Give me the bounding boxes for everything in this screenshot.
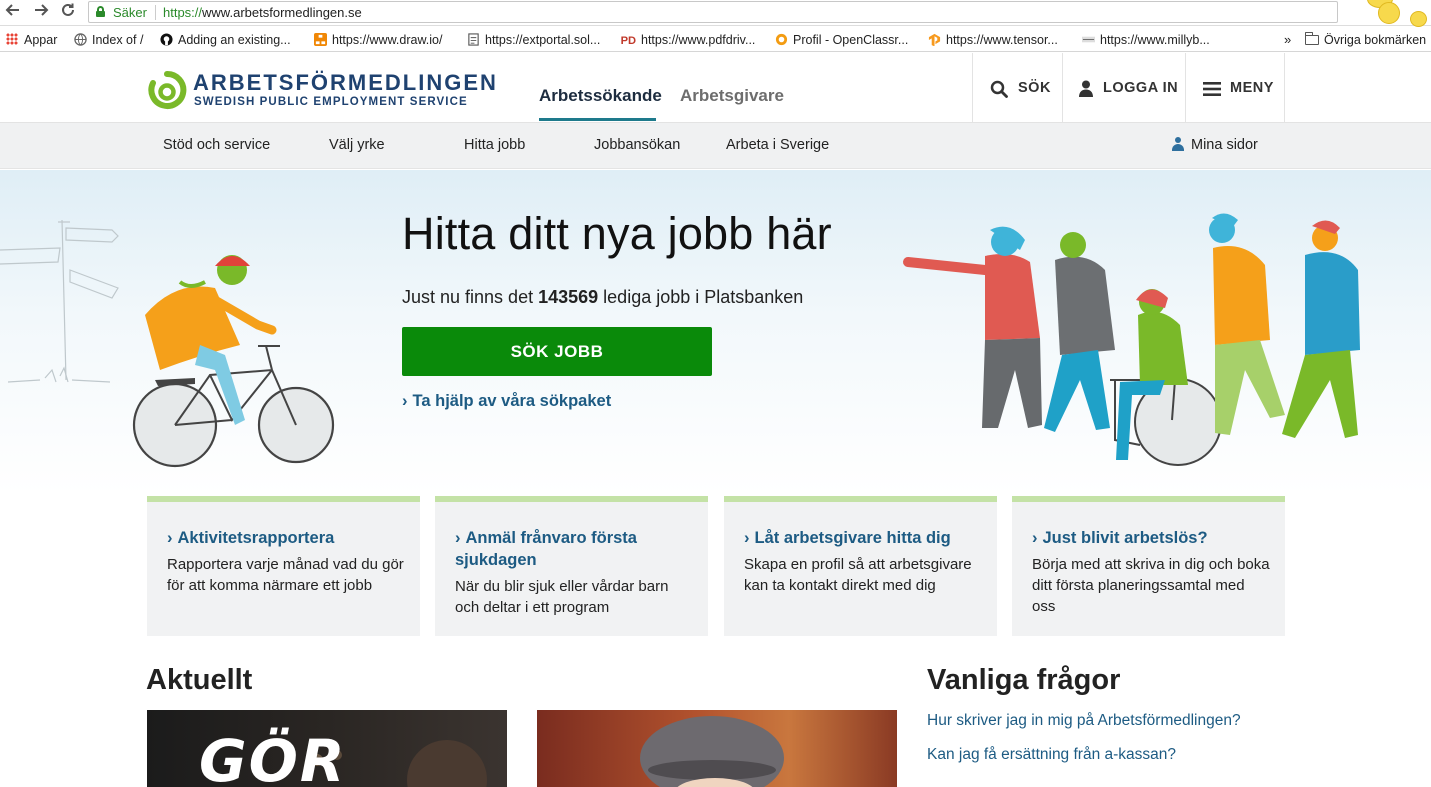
document-icon [468,33,479,46]
search-button[interactable]: SÖK [972,53,1062,123]
chevron-right-icon: › [455,529,461,547]
search-icon [990,80,1008,98]
news-image-1-text: GÖR [199,727,347,787]
bookmark-openclassrooms[interactable]: Profil - OpenClassr... [775,32,908,48]
secure-label: Säker [113,5,147,20]
svg-text:PD: PD [621,35,636,46]
bookmark-apps[interactable]: Appar [6,32,57,48]
lock-icon [96,6,105,17]
card-just-blivit-arbetslos[interactable]: › Just blivit arbetslös? Börja med att sk… [1012,496,1285,636]
bookmark-tensorflow[interactable]: https://www.tensor... [928,32,1058,48]
bookmark-github[interactable]: Adding an existing... [160,32,291,48]
bookmark-pdfdrive[interactable]: PD https://www.pdfdriv... [620,32,756,48]
forward-arrow-icon [35,4,49,16]
extension-coin-icon[interactable] [1378,2,1400,24]
drawio-icon [314,33,327,46]
sub-navigation: Stöd och service Välj yrke Hitta jobb Jo… [0,123,1431,169]
help-search-packages-link[interactable]: › Ta hjälp av våra sökpaket [402,392,611,411]
active-tab-indicator [539,118,656,121]
card-anmal-franvaro[interactable]: › Anmäl frånvaro första sjukdagen När du … [435,496,708,636]
tab-arbetsgivare[interactable]: Arbetsgivare [680,86,784,106]
chevron-right-icon: › [167,529,173,547]
news-photo-2 [640,716,784,787]
github-icon [160,33,173,46]
reload-icon [62,3,74,16]
forward-button[interactable] [30,2,52,22]
hero-title: Hitta ditt nya jobb här [402,208,832,259]
faq-link-unemployment-fund[interactable]: Kan jag få ersättning från a-kassan? [927,746,1176,764]
tab-arbetssokande[interactable]: Arbetssökande [539,86,662,106]
chevron-right-icon: › [1032,529,1038,547]
hero-section: Hitta ditt nya jobb här Just nu finns de… [0,170,1431,495]
card-text: Börja med att skriva in dig och boka dit… [1032,556,1270,615]
card-lat-arbetsgivare-hitta-dig[interactable]: › Låt arbetsgivare hitta dig Skapa en pro… [724,496,997,636]
person-icon [1171,137,1185,151]
site-header: ARBETSFÖRMEDLINGEN SWEDISH PUBLIC EMPLOY… [0,53,1431,123]
signpost-illustration [0,219,119,383]
tensorflow-icon [928,33,941,46]
bookmarks-overflow-button[interactable]: » [1284,32,1291,48]
reload-button[interactable] [57,2,79,22]
chevron-right-icon: › [744,529,750,547]
logo-mark-icon [148,70,187,109]
bookmark-other-folder[interactable]: Övriga bokmärken [1305,32,1426,48]
people-illustration [903,213,1360,466]
extension-icons[interactable] [1341,0,1431,28]
card-title: › Anmäl frånvaro första sjukdagen [455,529,637,569]
card-title: › Just blivit arbetslös? [1032,529,1208,547]
url-text: https://www.arbetsformedlingen.se [163,5,362,20]
user-icon [1079,80,1093,97]
url-field[interactable]: Säker https://www.arbetsformedlingen.se [88,1,1338,23]
subnav-item-valj-yrke[interactable]: Välj yrke [329,137,385,153]
search-jobs-button[interactable]: SÖK JOBB [402,327,712,376]
menu-label: MENY [1230,80,1274,96]
logo-name: ARBETSFÖRMEDLINGEN [193,70,498,95]
browser-address-bar: Säker https://www.arbetsformedlingen.se [0,0,1431,28]
bookmark-index[interactable]: Index of / [74,32,143,48]
chevron-right-icon: › [402,392,408,410]
back-arrow-icon [5,4,19,16]
cyclist-illustration [132,255,335,468]
news-image-2[interactable] [537,710,897,787]
card-title: › Låt arbetsgivare hitta dig [744,529,951,547]
card-text: När du blir sjuk eller vårdar barn och d… [455,578,669,616]
pdfdrive-icon: PD [621,35,636,46]
faq-link-register[interactable]: Hur skriver jag in mig på Arbetsförmedli… [927,712,1241,730]
apps-grid-icon [6,33,18,45]
menu-button[interactable]: MENY [1185,53,1285,123]
logo-subtitle: SWEDISH PUBLIC EMPLOYMENT SERVICE [194,96,468,108]
subnav-item-jobbansokan[interactable]: Jobbansökan [594,137,680,153]
openclassrooms-icon [775,33,788,46]
folder-icon [1305,32,1319,45]
subnav-item-stod-och-service[interactable]: Stöd och service [163,137,270,153]
subnav-item-arbeta-i-sverige[interactable]: Arbeta i Sverige [726,137,829,153]
globe-icon [74,33,87,46]
bookmark-extportal[interactable]: https://extportal.sol... [467,32,600,48]
subnav-item-hitta-jobb[interactable]: Hitta jobb [464,137,525,153]
bookmark-millyb[interactable]: https://www.millyb... [1082,32,1210,48]
news-image-1[interactable]: GÖR [147,710,507,787]
card-aktivitetsrapportera[interactable]: › Aktivitetsrapportera Rapportera varje m… [147,496,420,636]
millyb-icon [1082,36,1095,43]
bookmarks-bar: Appar Index of / Adding an existing... h… [0,27,1431,52]
search-label: SÖK [1018,80,1051,96]
hamburger-menu-icon [1203,82,1221,96]
card-text: Skapa en profil så att arbetsgivare kan … [744,556,972,594]
login-label: LOGGA IN [1103,80,1179,96]
logo[interactable]: ARBETSFÖRMEDLINGEN SWEDISH PUBLIC EMPLOY… [147,70,496,110]
login-button[interactable]: LOGGA IN [1062,53,1185,123]
bookmark-drawio[interactable]: https://www.draw.io/ [314,32,442,48]
card-text: Rapportera varje månad vad du gör för at… [167,556,404,594]
my-pages-link[interactable]: Mina sidor [1171,137,1258,153]
card-title: › Aktivitetsrapportera [167,529,335,547]
extension-coin-icon[interactable] [1410,11,1427,27]
hero-subtitle: Just nu finns det 143569 lediga jobb i P… [402,287,804,307]
faq-heading: Vanliga frågor [927,664,1121,696]
news-heading: Aktuellt [146,664,253,696]
job-count: 143569 [538,287,599,307]
back-button[interactable] [2,2,24,22]
